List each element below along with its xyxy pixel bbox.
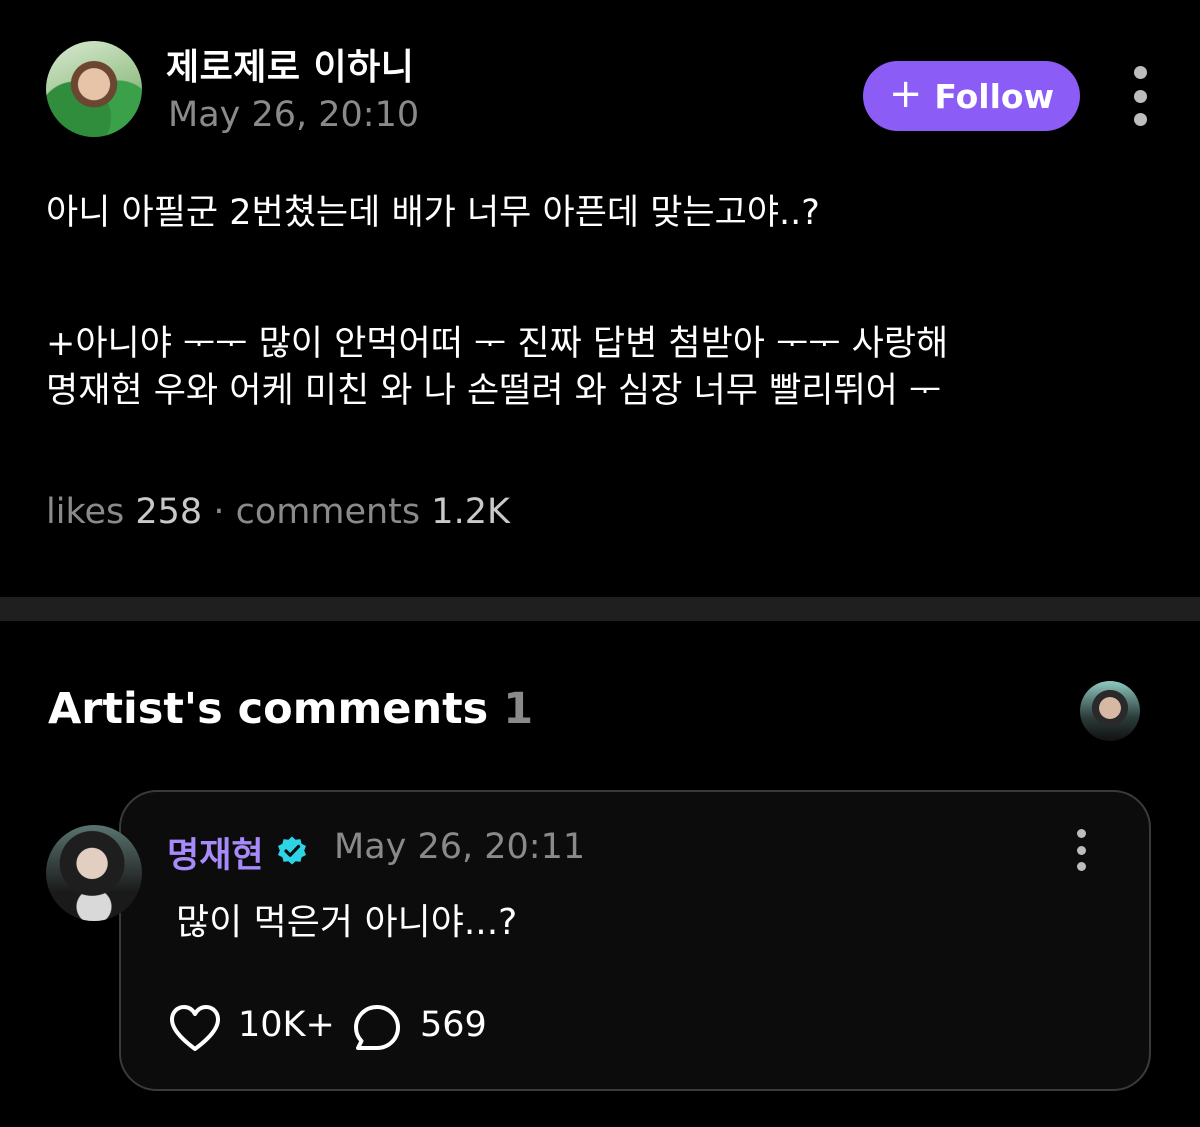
reply-count: 569: [420, 1005, 487, 1045]
post-body-line: 아니 아필군 2번쳤는데 배가 너무 아픈데 맞는고야..?: [46, 193, 820, 233]
post-body-line: 명재현 우와 어케 미친 와 나 손떨려 와 심장 너무 빨리뛰어 ᅮ: [46, 371, 942, 411]
heart-icon[interactable]: [168, 1003, 222, 1053]
comment-more-options-icon[interactable]: [1069, 829, 1093, 871]
artist-comments-title: Artist's comments 1: [48, 684, 533, 734]
section-divider: [0, 597, 1200, 621]
comments-count[interactable]: 1.2K: [431, 492, 510, 532]
like-count: 10K+: [238, 1005, 335, 1045]
post-date: May 26, 20:10: [168, 95, 420, 135]
likes-label: likes: [46, 492, 125, 532]
follow-button[interactable]: + Follow: [863, 61, 1080, 131]
commenter-avatar[interactable]: [46, 825, 142, 921]
comments-label[interactable]: comments: [236, 492, 421, 532]
likes-count: 258: [135, 492, 203, 532]
artist-comments-label: Artist's comments: [48, 684, 489, 734]
artist-avatar[interactable]: [1080, 681, 1140, 741]
post-body-line: +아니야 ᅮᅮ 많이 안먹어떠 ᅮ 진짜 답변 첨받아 ᅮᅮ 사랑해: [46, 324, 949, 364]
more-options-icon[interactable]: [1122, 66, 1158, 126]
stats-separator: ·: [213, 492, 225, 532]
plus-icon: +: [888, 71, 923, 117]
comment-text: 많이 먹은거 아니야...?: [176, 902, 518, 943]
author-avatar[interactable]: [46, 41, 142, 137]
comment-date: May 26, 20:11: [334, 827, 586, 867]
commenter-name[interactable]: 명재현: [167, 827, 264, 878]
post-stats: likes 258 · comments 1.2K: [46, 492, 510, 532]
verified-badge-icon: [278, 836, 306, 865]
post-body: 아니 아필군 2번쳤는데 배가 너무 아픈데 맞는고야..? +아니야 ᅮᅮ 많…: [46, 190, 1156, 415]
follow-label: Follow: [934, 76, 1055, 116]
author-name[interactable]: 제로제로 이하니: [166, 38, 414, 90]
comment-bubble-icon[interactable]: [352, 1003, 402, 1053]
artist-comments-count: 1: [503, 684, 534, 734]
